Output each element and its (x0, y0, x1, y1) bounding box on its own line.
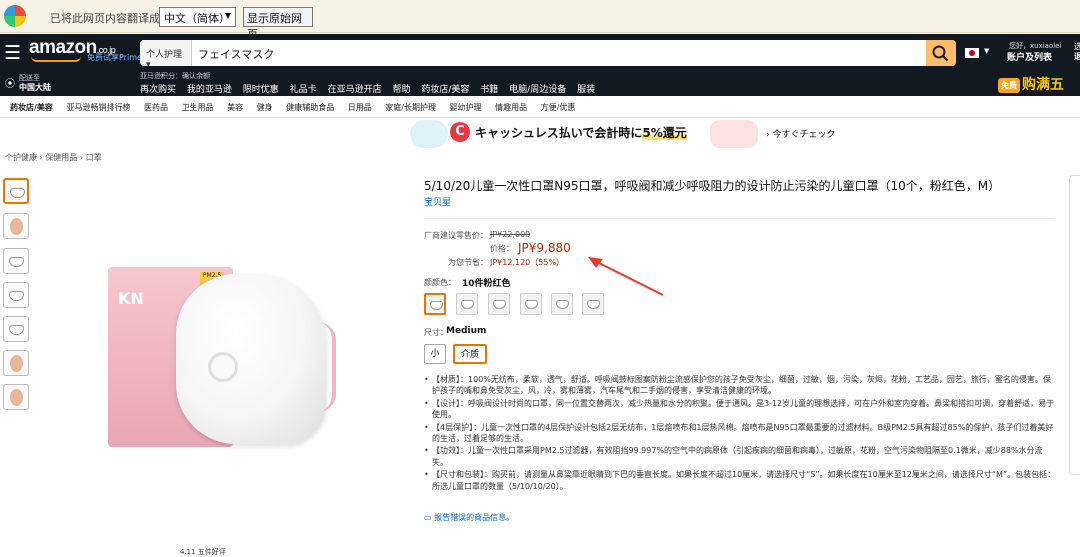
breadcrumb[interactable]: 个护健康 › 保健用品 › 口罩 (5, 152, 102, 163)
feature-bullet: 【材质】：100%无纺布，柔软，透气，舒适。呼吸阀鼓标图案防粉尘流感保护您的孩子… (424, 374, 1058, 397)
color-label: 颜颜色： (424, 278, 456, 287)
subnav-item[interactable]: 医药品 (144, 103, 168, 112)
nav-item[interactable]: 药妆店/美容 (421, 85, 469, 95)
feature-bullets: 【材质】：100%无纺布，柔软，透气，舒适。呼吸阀鼓标图案防粉尘流感保护您的孩子… (424, 374, 1058, 493)
chevron-down-icon: ▼ (224, 11, 231, 20)
savings-label: 为您节省： (448, 258, 488, 267)
nav-item[interactable]: 电脑/周边设备 (509, 85, 566, 95)
product-thumbnail[interactable] (3, 316, 29, 342)
subnav-item[interactable]: 方便/优惠 (541, 103, 576, 112)
mask-strap (318, 322, 336, 412)
amazon-smile-icon (31, 56, 81, 62)
product-thumbnail[interactable] (3, 384, 29, 410)
prime-link[interactable]: 免费试享Prime (87, 52, 142, 63)
subnav-item[interactable]: 情趣用品 (495, 103, 527, 112)
search-category-select[interactable]: 个人护理 ▾ (140, 40, 192, 66)
banner-decoration (410, 120, 448, 148)
feature-bullet: 【设计】：呼吸阀设计时尚的口罩，同一位置交替两次，减少热量和水分的积聚。便于通风… (424, 398, 1058, 421)
mask-valve (208, 352, 238, 382)
color-swatch[interactable] (582, 293, 604, 315)
translate-language-select[interactable]: 中文（简体） ▼ (159, 7, 236, 27)
site-header: ☰ amazon.co.jp 免费试享Prime ⦿ 配送至 中国大陆 个人护理… (0, 34, 1080, 96)
brand-link[interactable]: 宝贝星 (424, 195, 451, 208)
chevron-down-icon: ▼ (984, 47, 990, 55)
banner-check-link[interactable]: › 今すぐチェック (766, 127, 835, 140)
feature-bullet: 【尺寸和包装】：购买前，请测量从鼻梁靠近眼睛到下巴的垂直长度。如果长度不超过10… (424, 469, 1058, 492)
savings: JP¥12,120（55%） (490, 258, 565, 267)
footer-text: 4.11 五件好评 (180, 548, 226, 556)
product-thumbnail[interactable] (3, 178, 29, 204)
size-value: Medium (446, 326, 487, 336)
banner-decoration (710, 120, 758, 148)
header-cut-text[interactable]: 退 (1074, 51, 1080, 62)
translate-logo-icon (4, 5, 26, 27)
subnav-item[interactable]: 健身 (257, 103, 273, 112)
color-swatch[interactable] (520, 293, 542, 315)
nav-item[interactable]: 礼品卡 (290, 85, 317, 95)
points-balance[interactable]: 亚马逊积分：确认余额 (140, 71, 210, 81)
menu-icon[interactable]: ☰ (4, 42, 21, 64)
show-original-button[interactable]: 显示原始网页 (243, 7, 313, 41)
deliver-to-location[interactable]: 中国大陆 (19, 82, 51, 93)
product-thumbnail[interactable] (3, 282, 29, 308)
subnav-item[interactable]: 家庭/长期护理 (385, 103, 436, 112)
location-pin-icon: ⦿ (5, 79, 15, 90)
product-thumbnail[interactable] (3, 350, 29, 376)
size-label: 尺寸： (424, 328, 448, 337)
translate-bar: 已将此网页内容翻译成 中文（简体） ▼ 显示原始网页 (0, 0, 1080, 41)
nav-item[interactable]: 在亚马逊开店 (328, 85, 382, 95)
subnav-item[interactable]: 美容 (227, 103, 243, 112)
divider (424, 218, 1054, 219)
subnav-item[interactable]: 药妆店/美容 (10, 103, 53, 112)
header-nav: 再次购买 我的亚马逊 限时优惠 礼品卡 在亚马逊开店 帮助 药妆店/美容 书籍 … (140, 82, 603, 95)
color-value: 10件粉红色 (462, 279, 511, 289)
list-price: JP¥22,000 (490, 230, 531, 239)
subnav-item[interactable]: 日用品 (348, 103, 372, 112)
free-shipping-promo[interactable]: 免费 购满五 (998, 74, 1064, 94)
nav-item[interactable]: 服装 (577, 85, 595, 95)
color-swatch[interactable] (551, 293, 573, 315)
banner-text: キャッシュレス払いで会計時に5%還元 (475, 126, 687, 140)
search-button[interactable] (926, 40, 956, 66)
list-price-label: 厂商建议零售价： (424, 231, 488, 240)
nav-item[interactable]: 我的亚马逊 (187, 85, 232, 95)
cashless-logo-icon: C (450, 122, 470, 142)
size-option-small[interactable]: 小 (424, 344, 446, 364)
report-error-link[interactable]: ▭ 报告错误的商品信息。 (424, 512, 514, 523)
search-bar: 个人护理 ▾ フェイスマスク (140, 40, 956, 66)
search-icon (932, 45, 949, 62)
product-main-image[interactable]: KN PM2.5 (108, 262, 358, 452)
price-label: 价格： (490, 244, 514, 253)
nav-item[interactable]: 书籍 (480, 85, 498, 95)
nav-item[interactable]: 限时优惠 (243, 85, 279, 95)
mask-image (176, 274, 326, 444)
account-lists-link[interactable]: 账户及列表 (1007, 50, 1052, 63)
nav-item[interactable]: 再次购买 (140, 85, 176, 95)
size-option-medium[interactable]: 介质 (453, 344, 487, 364)
subnav-item[interactable]: 健康辅助食品 (286, 103, 334, 112)
color-swatch[interactable] (456, 293, 478, 315)
subnav-item[interactable]: 卫生用品 (182, 103, 214, 112)
subnav-item[interactable]: 婴幼护理 (450, 103, 482, 112)
feature-bullet: 【4层保护】：儿童一次性口罩的4层保护设计包括2层无纺布，1层熔喷布和1层热风棉… (424, 422, 1058, 445)
product-thumbnail[interactable] (3, 248, 29, 274)
nav-item[interactable]: 帮助 (392, 85, 410, 95)
cashless-banner[interactable]: C キャッシュレス払いで会計時に5%還元 › 今すぐチェック (410, 118, 835, 150)
product-title: 5/10/20儿童一次性口罩N95口罩，呼吸阀和减少呼吸阻力的设计防止污染的儿童… (424, 179, 1001, 193)
search-input[interactable]: フェイスマスク (198, 46, 274, 62)
subnav-item[interactable]: 亚马逊畅销排行榜 (66, 103, 130, 112)
free-shipping-badge: 免费 (998, 77, 1020, 93)
price: JP¥9,880 (518, 241, 571, 255)
buybox-edge (1069, 175, 1080, 475)
translate-language-value: 中文（简体） (164, 12, 230, 25)
japan-flag-icon[interactable] (965, 48, 979, 58)
color-swatch[interactable] (488, 293, 510, 315)
category-subnav: 药妆店/美容 亚马逊畅销排行榜 医药品 卫生用品 美容 健身 健康辅助食品 日用… (0, 96, 1080, 118)
translate-message: 已将此网页内容翻译成 (50, 12, 160, 25)
product-thumbnail[interactable] (3, 213, 29, 239)
package-label: KN (118, 289, 144, 308)
feature-bullet: 【功效】：儿童一次性口罩采用PM2.5过滤器，有效阻挡99.997%的空气中的病… (424, 445, 1058, 468)
comment-icon: ▭ (424, 513, 435, 522)
color-swatch[interactable] (424, 293, 446, 315)
